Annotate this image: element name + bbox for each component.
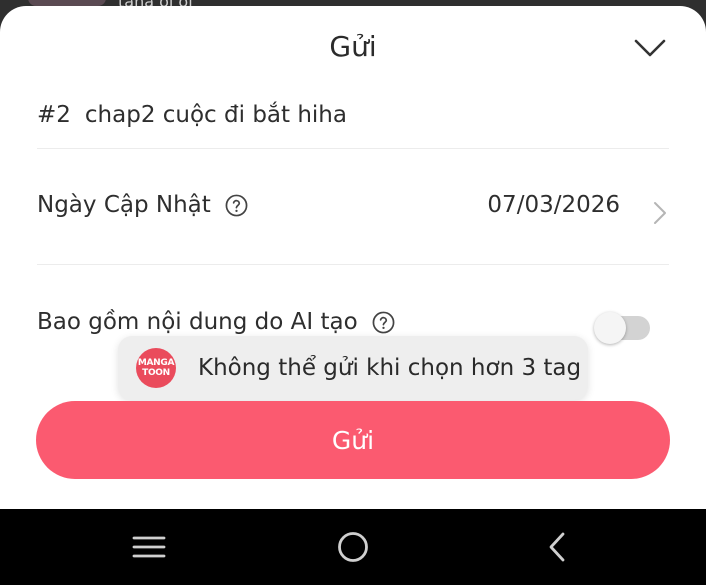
chevron-down-icon — [634, 39, 666, 57]
divider — [37, 148, 669, 149]
ai-content-row: Bao gồm nội dung do AI tạo — [37, 309, 395, 335]
chapter-info: #2 chap2 cuộc đi bắt hiha — [37, 102, 347, 128]
sheet-title: Gửi — [329, 30, 377, 63]
mangatoon-logo: MANGA TOON — [136, 348, 176, 388]
chapter-number: #2 — [37, 102, 71, 128]
back-button[interactable] — [537, 529, 577, 565]
submit-sheet: Gửi #2 chap2 cuộc đi bắt hiha Ngày Cập N… — [0, 6, 706, 509]
toggle-knob — [594, 312, 626, 344]
toast-message: Không thể gửi khi chọn hơn 3 tag — [198, 355, 582, 381]
back-icon — [549, 532, 565, 562]
home-button[interactable] — [333, 529, 373, 565]
help-icon[interactable] — [225, 194, 248, 217]
ai-content-toggle[interactable] — [594, 312, 650, 344]
menu-icon — [132, 536, 166, 558]
system-nav-bar — [0, 509, 706, 585]
submit-button[interactable]: Gửi — [36, 401, 670, 479]
collapse-button[interactable] — [630, 32, 670, 64]
ai-content-label: Bao gồm nội dung do AI tạo — [37, 309, 358, 335]
update-date-label: Ngày Cập Nhật — [37, 192, 211, 218]
recent-apps-button[interactable] — [129, 529, 169, 565]
update-date-value[interactable]: 07/03/2026 — [487, 192, 620, 218]
chapter-title: chap2 cuộc đi bắt hiha — [84, 102, 347, 128]
divider — [37, 264, 669, 265]
home-icon — [338, 532, 368, 562]
help-icon[interactable] — [372, 311, 395, 334]
update-date-row[interactable]: Ngày Cập Nhật — [37, 192, 248, 218]
toast-notification: MANGA TOON Không thể gửi khi chọn hơn 3 … — [118, 336, 588, 400]
chevron-right-icon[interactable] — [651, 200, 669, 226]
